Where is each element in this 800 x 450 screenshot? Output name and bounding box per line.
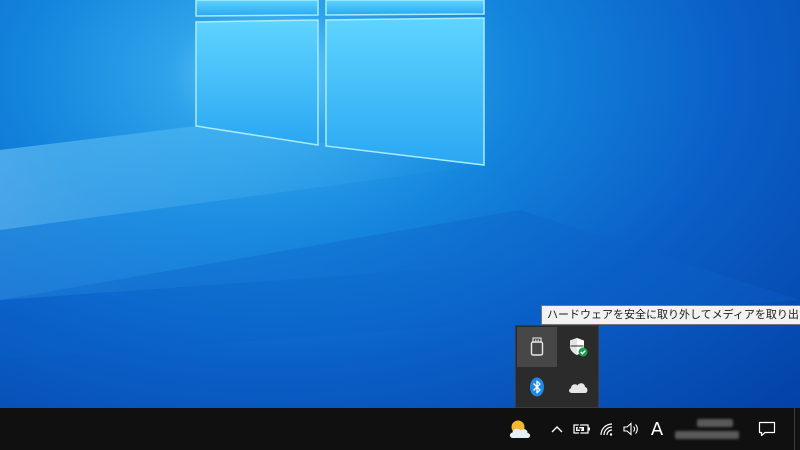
logo-pane-bottom-right	[325, 17, 485, 166]
action-center-icon	[758, 421, 776, 437]
ime-mode-indicator: A	[650, 418, 664, 440]
volume-icon	[623, 422, 638, 436]
network-button[interactable]	[596, 408, 620, 450]
bluetooth-button[interactable]	[517, 367, 557, 407]
volume-button[interactable]	[620, 408, 644, 450]
usb-drive-eject-icon	[530, 337, 544, 356]
safely-remove-hardware-button[interactable]	[517, 327, 557, 367]
clock-obscured[interactable]	[672, 408, 742, 450]
windows-security-icon	[570, 338, 588, 357]
battery-icon	[573, 423, 590, 435]
desktop-wallpaper: ハードウェアを安全に取り外してメディアを取り出す	[0, 0, 800, 408]
chevron-up-icon	[551, 426, 563, 433]
safely-remove-hardware-tooltip: ハードウェアを安全に取り外してメディアを取り出す	[541, 305, 800, 325]
show-hidden-icons-button[interactable]	[546, 408, 568, 450]
clock-time-blurred	[697, 419, 733, 427]
bluetooth-icon	[530, 377, 544, 397]
logo-pane-top-right	[325, 0, 485, 16]
battery-button[interactable]	[570, 408, 594, 450]
windows-logo	[195, 0, 485, 166]
ime-mode-button[interactable]: A	[646, 408, 668, 450]
wifi-icon	[600, 423, 613, 436]
show-desktop-button[interactable]	[794, 408, 800, 450]
taskbar: A	[0, 408, 800, 450]
logo-pane-bottom-left	[195, 19, 319, 146]
clock-date-blurred	[675, 431, 739, 439]
weather-partly-cloudy-icon	[509, 420, 531, 438]
windows-security-button[interactable]	[558, 327, 598, 367]
weather-widget[interactable]	[502, 408, 538, 450]
logo-pane-top-left	[195, 0, 319, 17]
action-center-button[interactable]	[752, 408, 782, 450]
onedrive-button[interactable]	[558, 367, 598, 407]
tray-overflow-popup	[515, 325, 599, 408]
onedrive-cloud-icon	[569, 383, 588, 393]
